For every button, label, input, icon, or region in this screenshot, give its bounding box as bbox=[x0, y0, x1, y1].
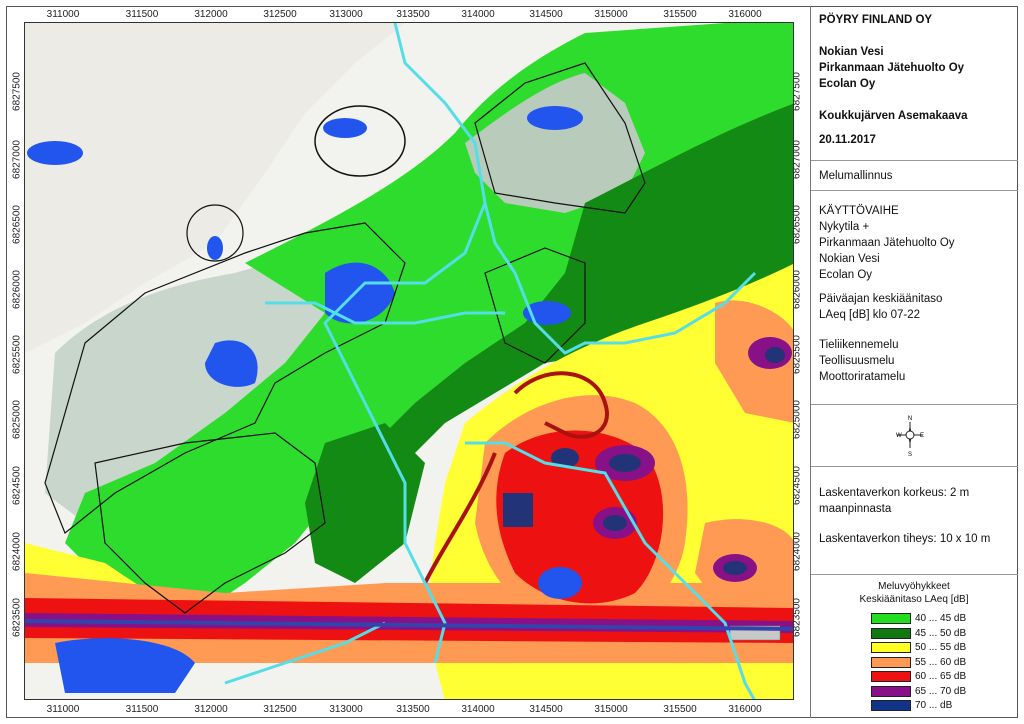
y-tick-left: 6826000 bbox=[11, 270, 23, 309]
company-name: PÖYRY FINLAND OY bbox=[819, 14, 933, 26]
x-tick-top: 312500 bbox=[263, 9, 297, 20]
lake-3 bbox=[527, 106, 583, 130]
x-tick-top: 312000 bbox=[194, 9, 228, 20]
level-line-2: LAeq [dB] klo 07-22 bbox=[819, 309, 921, 321]
x-tick-bottom: 312000 bbox=[194, 704, 228, 715]
noise-type-2: Teollisuusmelu bbox=[819, 355, 895, 367]
y-tick-left: 6825000 bbox=[11, 400, 23, 439]
legend-item: 65 ... 70 dB bbox=[871, 685, 966, 698]
x-tick-top: 314500 bbox=[529, 9, 563, 20]
x-tick-top: 311000 bbox=[46, 9, 80, 20]
y-tick-left: 6826500 bbox=[11, 205, 23, 244]
legend-label: 50 ... 55 dB bbox=[915, 642, 967, 653]
zone-70-e bbox=[765, 347, 785, 363]
model-section: Melumallinnus bbox=[811, 161, 1018, 191]
x-tick-top: 315000 bbox=[594, 9, 628, 20]
project-name: Koukkujärven Asemakaava bbox=[819, 110, 968, 122]
x-tick-bottom: 313500 bbox=[396, 704, 430, 715]
legend-label: 60 ... 65 dB bbox=[915, 671, 967, 682]
grid-section: Laskentaverkon korkeus: 2 m maanpinnasta… bbox=[811, 467, 1018, 575]
legend-swatch bbox=[871, 700, 911, 711]
legend-item: 70 ... dB bbox=[871, 699, 952, 712]
x-tick-top: 314000 bbox=[461, 9, 495, 20]
phase-line-2: Nykytila + bbox=[819, 221, 870, 233]
client-2: Pirkanmaan Jätehuolto Oy bbox=[819, 62, 965, 74]
legend-swatch bbox=[871, 685, 911, 697]
legend-label: 70 ... dB bbox=[915, 700, 953, 711]
model-label: Melumallinnus bbox=[819, 170, 893, 182]
x-tick-bottom: 314500 bbox=[529, 704, 563, 715]
noise-map-graphic bbox=[25, 23, 793, 699]
x-tick-top: 315500 bbox=[663, 9, 697, 20]
compass-section: N E S W bbox=[811, 405, 1018, 467]
y-tick-left: 6823500 bbox=[11, 598, 23, 637]
zone-70-c bbox=[603, 515, 627, 531]
header-section: PÖYRY FINLAND OY Nokian Vesi Pirkanmaan … bbox=[811, 6, 1018, 161]
x-tick-bottom: 316000 bbox=[728, 704, 762, 715]
legend-label: 65 ... 70 dB bbox=[915, 685, 967, 697]
level-line-1: Päiväajan keskiäänitaso bbox=[819, 293, 943, 305]
legend-swatch bbox=[871, 671, 911, 682]
phase-line-3: Pirkanmaan Jätehuolto Oy bbox=[819, 237, 955, 249]
lake-1 bbox=[323, 118, 367, 138]
legend-label: 40 ... 45 dB bbox=[915, 613, 967, 624]
legend-swatch bbox=[871, 656, 911, 668]
grid-density: Laskentaverkon tiheys: 10 x 10 m bbox=[819, 533, 991, 545]
legend-subtitle: Keskiäänitaso LAeq [dB] bbox=[859, 594, 969, 605]
legend-item: 60 ... 65 dB bbox=[871, 670, 966, 683]
industrial-buildings bbox=[503, 493, 533, 527]
phase-line-1: KÄYTTÖVAIHE bbox=[819, 205, 899, 217]
zone-70-d bbox=[723, 561, 747, 575]
phase-line-4: Nokian Vesi bbox=[819, 253, 880, 265]
grid-height-line-1: Laskentaverkon korkeus: 2 m bbox=[819, 487, 970, 499]
noise-map[interactable] bbox=[24, 22, 794, 700]
legend-item: 55 ... 60 dB bbox=[871, 656, 966, 669]
x-tick-top: 313500 bbox=[396, 9, 430, 20]
noise-type-3: Moottoriratamelu bbox=[819, 371, 906, 383]
phase-line-5: Ecolan Oy bbox=[819, 269, 873, 281]
x-tick-bottom: 315500 bbox=[663, 704, 697, 715]
compass-s: S bbox=[908, 452, 912, 457]
x-tick-top: 311500 bbox=[125, 9, 159, 20]
legend-item: 45 ... 50 dB bbox=[871, 627, 966, 640]
y-tick-left: 6825500 bbox=[11, 335, 23, 374]
noise-type-1: Tieliikennemelu bbox=[819, 339, 899, 351]
lake-9 bbox=[207, 236, 223, 260]
y-tick-left: 6827000 bbox=[11, 140, 23, 179]
legend-swatch bbox=[871, 627, 911, 639]
x-tick-bottom: 311000 bbox=[46, 704, 80, 715]
x-tick-bottom: 315000 bbox=[594, 704, 628, 715]
compass-e: E bbox=[920, 433, 924, 439]
legend-swatch bbox=[871, 642, 911, 653]
legend-title: Meluvyöhykkeet bbox=[878, 581, 950, 592]
lake-2 bbox=[27, 141, 83, 165]
client-3: Ecolan Oy bbox=[819, 78, 876, 90]
x-tick-bottom: 313000 bbox=[329, 704, 363, 715]
legend: Meluvyöhykkeet Keskiäänitaso LAeq [dB] 4… bbox=[810, 574, 1018, 718]
y-tick-left: 6827500 bbox=[11, 72, 23, 111]
legend-label: 55 ... 60 dB bbox=[915, 656, 967, 668]
x-tick-bottom: 314000 bbox=[461, 704, 495, 715]
client-1: Nokian Vesi bbox=[819, 46, 884, 58]
legend-item: 50 ... 55 dB bbox=[871, 641, 966, 654]
y-tick-left: 6824500 bbox=[11, 466, 23, 505]
grid-height-line-2: maanpinnasta bbox=[819, 503, 892, 515]
project-date: 20.11.2017 bbox=[819, 134, 876, 146]
legend-swatch bbox=[871, 613, 911, 624]
y-tick-left: 6824000 bbox=[11, 532, 23, 571]
x-tick-bottom: 312500 bbox=[263, 704, 297, 715]
x-tick-bottom: 311500 bbox=[125, 704, 159, 715]
compass-n: N bbox=[908, 416, 912, 422]
zone-70-a bbox=[609, 454, 641, 472]
x-tick-top: 316000 bbox=[728, 9, 762, 20]
compass-icon: N E S W bbox=[896, 416, 924, 457]
compass-w: W bbox=[896, 433, 902, 439]
legend-item: 40 ... 45 dB bbox=[871, 612, 966, 625]
description-section: KÄYTTÖVAIHE Nykytila + Pirkanmaan Jätehu… bbox=[811, 191, 1018, 405]
x-tick-top: 313000 bbox=[329, 9, 363, 20]
legend-label: 45 ... 50 dB bbox=[915, 627, 967, 639]
lake-7 bbox=[538, 567, 582, 599]
